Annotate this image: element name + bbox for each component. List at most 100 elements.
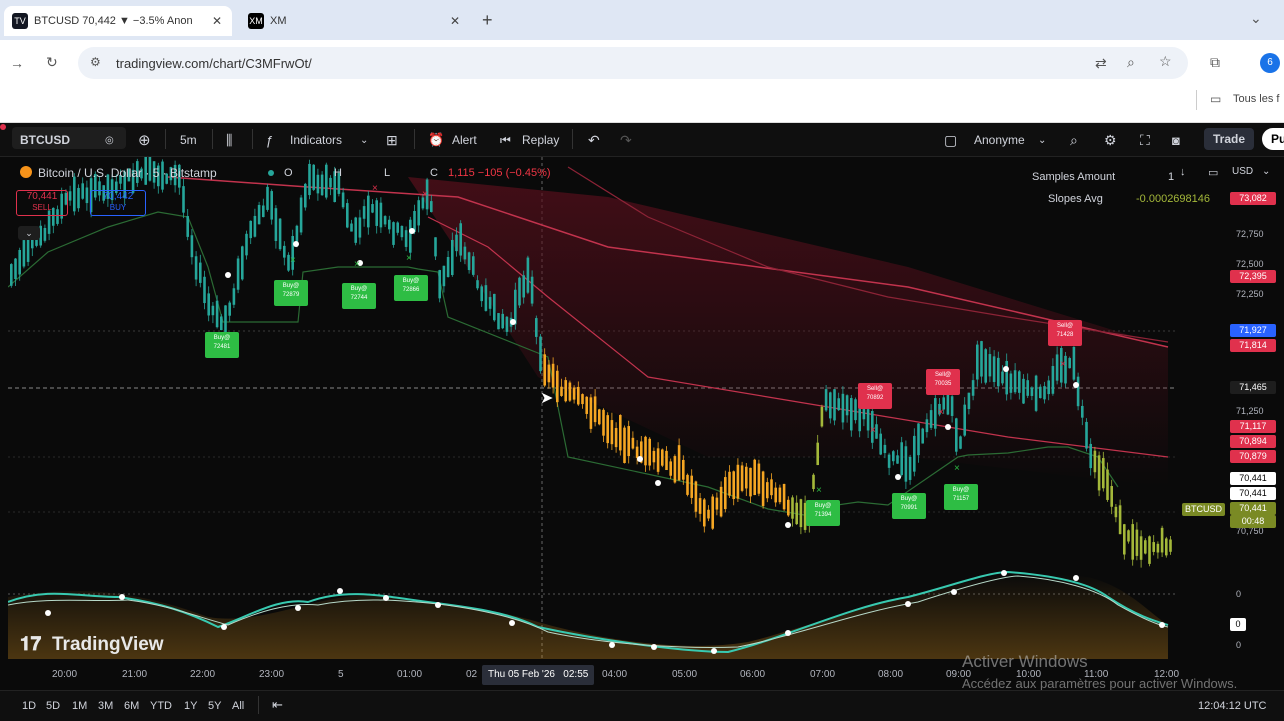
oscillator-dot [905, 601, 911, 607]
tradingview-favicon-icon: TV [12, 13, 28, 29]
tradingview-watermark: TradingView [52, 634, 164, 655]
range-all[interactable]: All [232, 700, 244, 712]
price-label: 70,441 [1230, 472, 1276, 485]
range-5d[interactable]: 5D [46, 700, 60, 712]
svg-text:×: × [290, 255, 296, 266]
reload-icon[interactable]: ↻ [46, 54, 58, 71]
oscillator-dot [1073, 575, 1079, 581]
translate-icon[interactable]: ⇄ [1095, 55, 1107, 72]
camera-icon[interactable]: ◙ [1172, 130, 1180, 150]
divider [414, 129, 415, 149]
browser-tab-tradingview[interactable]: TV BTCUSD 70,442 ▼ −3.5% Anon ✕ [4, 6, 232, 36]
search-icon[interactable]: ⌕ [1070, 130, 1078, 150]
candle-style-icon[interactable]: ⫼ [226, 130, 232, 150]
compare-icon[interactable]: ⊕ [138, 130, 151, 150]
range-5y[interactable]: 5Y [208, 700, 221, 712]
symbol-name[interactable]: BTCUSD [20, 130, 70, 150]
oscillator-dot [45, 610, 51, 616]
replay-button[interactable]: Replay [522, 130, 559, 150]
svg-text:×: × [354, 259, 360, 270]
chevron-down-icon[interactable]: ⌄ [1038, 130, 1046, 150]
buy-signal-label: Buy@ 72879 [274, 280, 308, 306]
range-ytd[interactable]: YTD [150, 700, 172, 712]
fullscreen-icon[interactable]: ⛶ [1140, 130, 1150, 150]
signal-dot [895, 474, 901, 480]
forward-icon[interactable]: → [10, 55, 24, 71]
redo-icon[interactable]: ↷ [620, 130, 632, 150]
range-6m[interactable]: 6M [124, 700, 139, 712]
price-label: 73,082 [1230, 192, 1276, 205]
site-info-icon[interactable]: ⚙ [90, 55, 101, 69]
chevron-down-icon[interactable]: ⌄ [360, 130, 368, 150]
price-label: 71,465 [1230, 381, 1276, 394]
oscillator-dot [785, 630, 791, 636]
oscillator-dot [337, 588, 343, 594]
layout-icon[interactable]: ▢ [944, 130, 957, 150]
oscillator-dot [509, 620, 515, 626]
clock-time[interactable]: 12:04:12 UTC [1198, 700, 1266, 712]
replay-icon[interactable]: ⏮ [500, 130, 511, 150]
range-1m[interactable]: 1M [72, 700, 87, 712]
buy-signal-label: Buy@ 72744 [342, 283, 376, 309]
settings-icon[interactable]: ⚙ [1104, 130, 1117, 150]
signal-dot [655, 480, 661, 486]
star-icon[interactable]: ☆ [1159, 53, 1172, 70]
alert-icon[interactable]: ⏰ [428, 130, 444, 150]
price-label: 70,894 [1230, 435, 1276, 448]
close-icon[interactable]: ✕ [210, 14, 224, 28]
undo-icon[interactable]: ↶ [588, 130, 600, 150]
time-tick: 20:00 [52, 669, 78, 680]
oscillator-dot [651, 644, 657, 650]
ohlc-high-label: H [334, 167, 342, 179]
window-restore-icon[interactable]: ⌄ [1250, 10, 1262, 27]
ohlc-low-label: L [384, 167, 391, 179]
currency-selector[interactable]: USD [1232, 166, 1253, 177]
date-range-icon[interactable]: ⇤ [272, 697, 283, 713]
price-tick: 71,250 [1236, 406, 1264, 416]
buy-price: 70,442 [102, 191, 134, 202]
account-button[interactable]: Anonyme [974, 130, 1025, 150]
collapse-legend-icon[interactable]: ⌄ [18, 226, 40, 240]
interval-button[interactable]: 5m [180, 130, 197, 150]
price-label: 71,117 [1230, 420, 1276, 433]
time-tick: 07:00 [810, 669, 836, 680]
trade-button[interactable]: Trade [1204, 128, 1255, 150]
svg-text:×: × [870, 425, 876, 436]
buy-label: BUY [109, 203, 127, 212]
profile-avatar[interactable]: 6 [1260, 53, 1280, 73]
new-tab-icon[interactable]: + [482, 10, 493, 31]
countdown-label: 00:48 [1230, 515, 1276, 528]
oscillator-dot [1159, 622, 1165, 628]
xm-favicon-icon: XM [248, 13, 264, 29]
symbol-info-icon[interactable]: ◎ [105, 130, 114, 150]
range-1d[interactable]: 1D [22, 700, 36, 712]
oscillator-dot [951, 589, 957, 595]
scale-box-icon[interactable]: ▭ [1208, 166, 1218, 179]
buy-signal-label: Buy@ 71394 [806, 500, 840, 526]
buy-signal-label: Buy@ 71157 [944, 484, 978, 510]
publish-button[interactable]: Pu [1262, 128, 1284, 150]
svg-text:×: × [422, 189, 428, 200]
range-3m[interactable]: 3M [98, 700, 113, 712]
indicators-icon[interactable]: ƒ [266, 130, 273, 150]
price-chart[interactable]: × × × × × × × × × × [8, 157, 1176, 659]
scale-arrow-icon[interactable]: ↓ [1180, 166, 1186, 178]
alert-button[interactable]: Alert [452, 130, 477, 150]
templates-icon[interactable]: ⊞ [386, 130, 398, 150]
browser-tab-xm[interactable]: XM XM ✕ [240, 6, 470, 36]
extensions-icon[interactable]: ⧉ [1210, 54, 1220, 71]
indicators-button[interactable]: Indicators [290, 130, 342, 150]
buy-button[interactable]: 70,442 BUY [90, 190, 146, 216]
sell-button[interactable]: 70,441 SELL [16, 190, 68, 216]
oscillator-dot [295, 605, 301, 611]
chart-legend-title[interactable]: Bitcoin / U.S. Dollar · 5 · Bitstamp [38, 166, 217, 180]
signal-dot [510, 319, 516, 325]
price-tick: 72,750 [1236, 229, 1264, 239]
range-1y[interactable]: 1Y [184, 700, 197, 712]
zoom-icon[interactable]: ⌕ [1127, 54, 1135, 71]
bookmark-folder[interactable]: Tous les f [1233, 93, 1279, 105]
windows-activation-title: Activer Windows [962, 652, 1088, 671]
close-icon[interactable]: ✕ [448, 14, 462, 28]
url-text[interactable]: tradingview.com/chart/C3MFrwOt/ [116, 56, 312, 71]
chevron-down-icon[interactable]: ⌄ [1262, 166, 1270, 177]
